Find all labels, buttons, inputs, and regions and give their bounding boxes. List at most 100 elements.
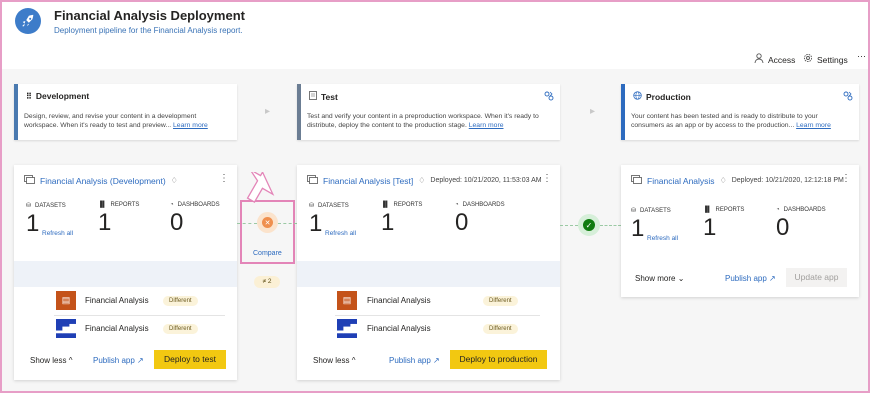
publish-app-link[interactable]: Publish app ↗ [389, 356, 440, 365]
person-icon [754, 53, 764, 66]
stage-description: Test and verify your content in a prepro… [307, 113, 539, 129]
dataset-icon: ▤ [337, 291, 357, 310]
reports-metric: ▐▌ REPORTS 1 [98, 202, 140, 236]
show-less-toggle[interactable]: Show less ^ [30, 356, 72, 365]
gear-icon [803, 53, 813, 66]
compare-link[interactable]: Compare [253, 250, 282, 257]
metrics-band [297, 261, 560, 287]
production-card: Financial Analysis ♢ Deployed: 10/21/202… [621, 165, 859, 297]
learn-more-link[interactable]: Learn more [796, 122, 831, 129]
datasets-metric: ⛁ DATASETS 1 Refresh all [631, 207, 679, 243]
deploy-to-production-button[interactable]: Deploy to production [450, 350, 547, 369]
stage-description: Design, review, and revise your content … [24, 113, 208, 129]
stage-title: ⠿ Development [26, 91, 89, 101]
divider [335, 315, 540, 316]
refresh-all-link[interactable]: Refresh all [42, 230, 73, 237]
connector-line [278, 223, 297, 224]
datasets-metric: ⛁ DATASETS 1 Refresh all [309, 202, 357, 238]
workspace-link[interactable]: Financial Analysis [Test] [323, 176, 413, 186]
workspace-icon [24, 175, 35, 186]
gauge-icon: ◔ [170, 202, 174, 208]
datasets-metric: ⛁ DATASETS 1 Refresh all [26, 202, 74, 238]
update-app-button[interactable]: Update app [786, 268, 847, 287]
deploy-to-test-button[interactable]: Deploy to test [154, 350, 226, 369]
refresh-all-link[interactable]: Refresh all [647, 235, 678, 242]
connector-line [237, 223, 257, 224]
deployed-timestamp: Deployed: 10/21/2020, 12:12:18 PM [731, 177, 844, 184]
stage-name: Test [321, 91, 338, 102]
compare-status[interactable]: ✕ [257, 212, 278, 233]
more-options-button[interactable]: ··· [857, 51, 866, 61]
learn-more-link[interactable]: Learn more [173, 122, 208, 129]
settings-label: Settings [817, 54, 848, 65]
workspace-header: Financial Analysis ♢ Deployed: 10/21/202… [631, 175, 844, 186]
grid-icon: ⠿ [26, 91, 32, 101]
reports-metric: ▐▌ REPORTS 1 [381, 202, 423, 236]
show-more-toggle[interactable]: Show more ⌄ [635, 274, 684, 283]
diamond-icon: ♢ [418, 176, 426, 185]
access-button[interactable]: Access [754, 53, 795, 66]
more-icon[interactable]: ⋮ [542, 173, 552, 184]
item-name: Financial Analysis [367, 324, 431, 333]
more-icon[interactable]: ⋮ [841, 173, 851, 184]
compare-status[interactable]: ✓ [578, 214, 600, 236]
dashboards-count: 0 [170, 209, 184, 236]
item-name: Financial Analysis [85, 296, 149, 305]
item-name: Financial Analysis [367, 296, 431, 305]
settings-button[interactable]: Settings [803, 53, 848, 66]
workspace-icon [631, 175, 642, 186]
database-icon: ⛁ [309, 203, 315, 209]
divider [54, 315, 225, 316]
globe-icon [633, 91, 642, 102]
diamond-icon: ♢ [719, 176, 727, 185]
reports-metric: ▐▌ REPORTS 1 [703, 207, 745, 241]
bar-chart-icon: ▐▌ [703, 207, 712, 213]
gauge-icon: ◔ [455, 202, 459, 208]
publish-app-link[interactable]: Publish app ↗ [725, 274, 776, 283]
dashboards-metric: ◔ DASHBOARDS 0 [455, 202, 505, 236]
list-item[interactable]: ▤ Financial Analysis Different [56, 291, 198, 310]
workspace-link[interactable]: Financial Analysis [647, 176, 715, 186]
dataset-icon: ▤ [56, 291, 76, 310]
document-icon [309, 91, 317, 102]
checkmark-icon: ✓ [583, 219, 595, 231]
show-less-toggle[interactable]: Show less ^ [313, 356, 355, 365]
difference-count-badge[interactable]: ≠ 2 [254, 276, 280, 288]
metrics-band [14, 261, 237, 287]
chevron-right-icon: ▸ [590, 106, 596, 117]
stage-production: Production Your content has been tested … [621, 84, 859, 140]
report-icon: ▂▅▇ [56, 319, 76, 338]
list-item[interactable]: ▂▅▇ Financial Analysis Different [56, 319, 198, 338]
stage-accent-bar [297, 84, 301, 140]
refresh-all-link[interactable]: Refresh all [325, 230, 356, 237]
rocket-icon [15, 8, 41, 34]
reports-count: 1 [703, 214, 717, 241]
test-card: Financial Analysis [Test] ♢ Deployed: 10… [297, 165, 560, 380]
assign-workspace-icon[interactable] [544, 91, 554, 103]
deployed-timestamp: Deployed: 10/21/2020, 11:53:03 AM [430, 177, 542, 184]
workspace-link[interactable]: Financial Analysis (Development) [40, 176, 166, 186]
workspace-header: Financial Analysis (Development) ♢ [24, 175, 178, 186]
list-item[interactable]: ▤ Financial Analysis Different [337, 291, 518, 310]
stage-name: Production [646, 91, 691, 102]
access-label: Access [768, 54, 796, 65]
page-title: Financial Analysis Deployment [54, 8, 245, 23]
assign-workspace-icon[interactable] [843, 91, 853, 103]
dashboards-metric: ◔ DASHBOARDS 0 [170, 202, 220, 236]
chevron-right-icon: ▸ [265, 106, 271, 117]
status-badge: Different [163, 323, 198, 334]
development-card: Financial Analysis (Development) ♢ ⋮ ⛁ DA… [14, 165, 237, 380]
item-name: Financial Analysis [85, 324, 149, 333]
publish-app-link[interactable]: Publish app ↗ [93, 356, 144, 365]
stage-test: Test Test and verify your content in a p… [297, 84, 560, 140]
pointer-arrow-icon [246, 172, 275, 204]
learn-more-link[interactable]: Learn more [469, 122, 504, 129]
list-item[interactable]: ▂▅▇ Financial Analysis Different [337, 319, 518, 338]
workspace-header: Financial Analysis [Test] ♢ Deployed: 10… [307, 175, 542, 186]
bar-chart-icon: ▐▌ [381, 202, 390, 208]
page-header: Financial Analysis Deployment Deployment… [2, 2, 868, 69]
status-badge: Different [483, 323, 518, 334]
stage-accent-bar [621, 84, 625, 140]
stage-title: Production [633, 91, 691, 102]
more-icon[interactable]: ⋮ [219, 173, 229, 184]
